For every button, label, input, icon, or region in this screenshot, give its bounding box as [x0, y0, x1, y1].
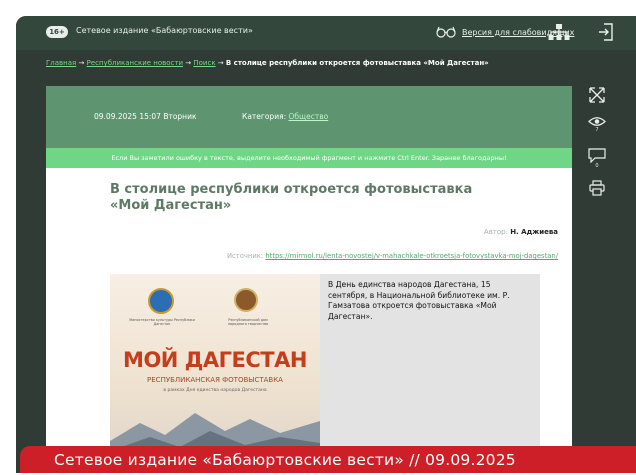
article-lead: В День единства народов Дагестана, 15 се… [328, 280, 510, 321]
sitemap-icon[interactable] [548, 23, 570, 41]
category-link[interactable]: Общество [289, 112, 329, 121]
site-title: Сетевое издание «Бабаюртовские вести» [76, 26, 253, 35]
poster-org-folk-house: Республиканский дом народного творчества [227, 318, 269, 326]
poster-subtitle-2: в рамках Дня единства народов Дагестана [163, 388, 267, 393]
article-card: 09.09.2025 15:07 Вторник Категория: Обще… [46, 86, 572, 473]
article-meta-bar: 09.09.2025 15:07 Вторник Категория: Обще… [46, 86, 572, 148]
article-source: Источник: https://mirmol.ru/lenta-novost… [227, 252, 558, 260]
share-tool[interactable] [582, 86, 612, 110]
login-icon[interactable] [598, 23, 614, 41]
error-report-notice: Если Вы заметили ошибку в тексте, выдели… [46, 148, 572, 168]
dagestan-emblem-icon [148, 288, 174, 314]
comments-counter[interactable]: 0 [582, 148, 612, 172]
share-icon [589, 87, 605, 103]
footer-banner: Сетевое издание «Бабаюртовские вести» //… [20, 446, 636, 473]
author-name: Н. Аджиева [510, 228, 558, 236]
views-count: 7 [595, 127, 599, 133]
print-icon [589, 180, 605, 196]
article-title: В столице республики откроется фотовыста… [110, 182, 473, 213]
breadcrumb-separator: → [217, 59, 224, 67]
breadcrumb-republic-news[interactable]: Республиканские новости [87, 59, 183, 67]
article-author: Автор: Н. Аджиева [484, 228, 558, 236]
breadcrumb-current: В столице республики откроется фотовыста… [225, 59, 489, 67]
author-label: Автор: [483, 228, 508, 236]
eye-icon [588, 117, 606, 126]
source-link[interactable]: https://mirmol.ru/lenta-novostej/v-mahac… [265, 252, 558, 260]
poster-subtitle: РЕСПУБЛИКАНСКАЯ ФОТОВЫСТАВКА [147, 376, 283, 384]
article-category: Категория: Общество [242, 112, 328, 121]
breadcrumb: Главная → Республиканские новости → Поис… [46, 59, 489, 67]
views-counter: 7 [582, 116, 612, 140]
poster-title: МОЙ ДАГЕСТАН [123, 348, 307, 372]
comments-count: 0 [595, 163, 599, 169]
breadcrumb-home[interactable]: Главная [46, 59, 76, 67]
source-label: Источник: [226, 252, 264, 260]
print-tool[interactable] [582, 180, 612, 204]
article-body: Министерство культуры Республики Дагеста… [110, 274, 540, 473]
category-label: Категория: [242, 112, 287, 121]
breadcrumb-separator: → [185, 59, 192, 67]
folk-house-logo-icon [234, 288, 258, 312]
age-rating-badge: 16+ [46, 26, 68, 38]
breadcrumb-search[interactable]: Поиск [193, 59, 215, 67]
top-bar: 16+ Сетевое издание «Бабаюртовские вести… [16, 16, 636, 50]
glasses-icon [436, 26, 456, 38]
breadcrumb-separator: → [78, 59, 85, 67]
poster-org-ministry: Министерство культуры Республики Дагеста… [129, 318, 195, 326]
article-date: 09.09.2025 15:07 Вторник [94, 112, 197, 121]
site-frame: 16+ Сетевое издание «Бабаюртовские вести… [16, 16, 636, 473]
comment-icon [588, 148, 606, 163]
article-poster-image[interactable]: Министерство культуры Республики Дагеста… [110, 274, 320, 473]
